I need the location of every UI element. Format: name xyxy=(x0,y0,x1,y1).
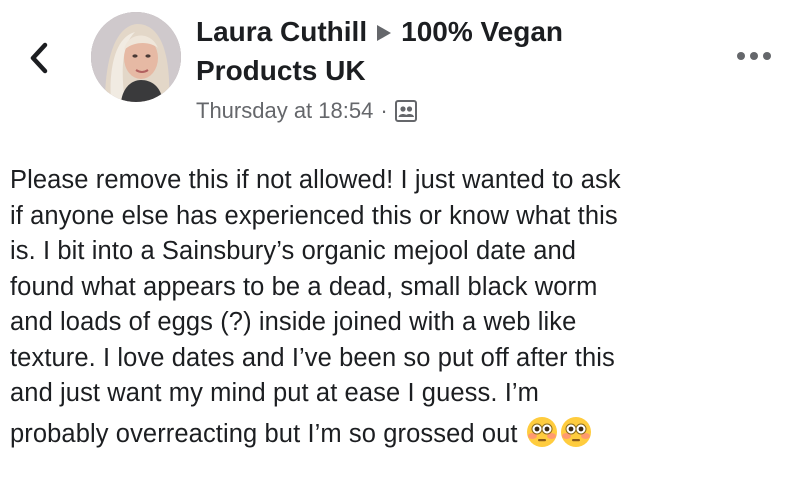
group-name[interactable]: 100% Vegan xyxy=(401,16,563,47)
post-text-line: is. I bit into a Sainsbury’s organic mej… xyxy=(10,237,577,265)
timestamp[interactable]: Thursday at 18:54 xyxy=(196,97,373,125)
post-body: Please remove this if not allowed! I jus… xyxy=(10,163,790,452)
emoji-group xyxy=(526,416,592,448)
post-text-line: and just want my mind put at ease I gues… xyxy=(10,379,540,407)
chevron-left-icon xyxy=(30,42,48,74)
more-options-button[interactable] xyxy=(734,46,774,66)
group-members-icon xyxy=(394,100,417,123)
post-text-line: and loads of eggs (?) inside joined with… xyxy=(10,308,577,336)
group-name-continued[interactable]: Products UK xyxy=(196,55,366,86)
post-text-line: Please remove this if not allowed! I jus… xyxy=(10,166,621,194)
more-options-icon xyxy=(737,52,771,60)
author-name[interactable]: Laura Cuthill xyxy=(196,16,367,47)
flushed-face-icon xyxy=(526,416,557,447)
back-button[interactable] xyxy=(22,36,56,80)
facebook-post: Laura Cuthill 100% Vegan Products UK Thur… xyxy=(0,0,800,502)
post-meta: Thursday at 18:54 · xyxy=(196,97,666,125)
post-header: Laura Cuthill 100% Vegan Products UK Thur… xyxy=(196,14,666,125)
avatar[interactable] xyxy=(91,12,181,102)
post-text-line: probably overreacting but I’m so grossed… xyxy=(10,419,518,448)
post-title: Laura Cuthill 100% Vegan Products UK xyxy=(196,14,666,88)
meta-separator: · xyxy=(380,98,388,124)
post-text-line: found what appears to be a dead, small b… xyxy=(10,272,598,301)
profile-photo xyxy=(91,12,181,102)
post-text-line: if anyone else has experienced this or k… xyxy=(10,201,618,230)
post-text-line: texture. I love dates and I’ve been so p… xyxy=(10,343,615,372)
post-text-last-line: probably overreacting but I’m so grossed… xyxy=(10,416,790,453)
flushed-face-icon xyxy=(560,416,591,447)
right-triangle-icon xyxy=(377,14,392,49)
